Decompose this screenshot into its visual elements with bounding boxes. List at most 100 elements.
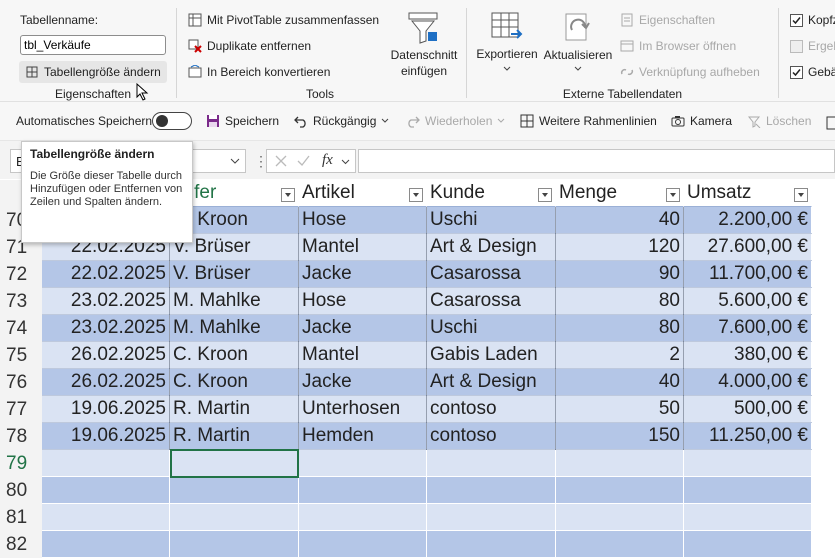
customer-cell[interactable]	[427, 504, 556, 531]
sales-cell[interactable]: 500,00 €	[684, 396, 812, 423]
active-cell-selection[interactable]	[170, 449, 299, 478]
quantity-cell[interactable]: 40	[556, 369, 684, 396]
customer-cell[interactable]: Gabis Laden	[427, 342, 556, 369]
seller-cell[interactable]: C. Kroon	[170, 369, 299, 396]
item-cell[interactable]: Hose	[299, 288, 427, 315]
customer-cell[interactable]: Art & Design	[427, 369, 556, 396]
customer-cell[interactable]: Uschi	[427, 315, 556, 342]
quantity-cell[interactable]: 120	[556, 234, 684, 261]
row-number[interactable]: 78	[0, 423, 42, 450]
quantity-cell[interactable]: 50	[556, 396, 684, 423]
sales-cell[interactable]	[684, 477, 812, 504]
date-cell[interactable]: 19.06.2025	[42, 423, 170, 450]
item-cell[interactable]: Jacke	[299, 315, 427, 342]
date-cell[interactable]: 26.02.2025	[42, 342, 170, 369]
customer-cell[interactable]	[427, 477, 556, 504]
quantity-cell[interactable]: 150	[556, 423, 684, 450]
sales-cell[interactable]: 380,00 €	[684, 342, 812, 369]
column-header-quantity[interactable]: Menge	[556, 180, 684, 207]
remove-duplicates-button[interactable]: Duplikate entfernen	[188, 39, 311, 53]
item-cell[interactable]: Hemden	[299, 423, 427, 450]
date-cell[interactable]	[42, 477, 170, 504]
cancel-icon[interactable]	[275, 155, 287, 167]
customer-cell[interactable]: Art & Design	[427, 234, 556, 261]
sales-cell[interactable]: 11.250,00 €	[684, 423, 812, 450]
date-cell[interactable]: 26.02.2025	[42, 369, 170, 396]
customer-cell[interactable]: Casarossa	[427, 288, 556, 315]
row-number[interactable]: 79	[0, 450, 42, 477]
row-number[interactable]: 72	[0, 261, 42, 288]
date-cell[interactable]	[42, 504, 170, 531]
sales-cell[interactable]: 5.600,00 €	[684, 288, 812, 315]
quantity-cell[interactable]	[556, 477, 684, 504]
filter-dropdown-icon[interactable]	[666, 188, 680, 202]
filter-dropdown-icon[interactable]	[538, 188, 552, 202]
column-header-customer[interactable]: Kunde	[427, 180, 556, 207]
convert-to-range-button[interactable]: In Bereich konvertieren	[188, 65, 330, 79]
item-cell[interactable]: Mantel	[299, 234, 427, 261]
seller-cell[interactable]	[170, 477, 299, 504]
confirm-icon[interactable]	[297, 155, 310, 167]
date-cell[interactable]: 22.02.2025	[42, 261, 170, 288]
pivot-summary-button[interactable]: Mit PivotTable zusammenfassen	[188, 13, 379, 27]
seller-cell[interactable]	[170, 504, 299, 531]
seller-cell[interactable]: M. Mahlke	[170, 315, 299, 342]
header-row-checkbox[interactable]: Kopfz	[790, 13, 835, 27]
filter-dropdown-icon[interactable]	[409, 188, 423, 202]
sales-cell[interactable]	[684, 450, 812, 477]
customer-cell[interactable]: Casarossa	[427, 261, 556, 288]
date-cell[interactable]: 23.02.2025	[42, 288, 170, 315]
row-number[interactable]: 75	[0, 342, 42, 369]
quantity-cell[interactable]: 40	[556, 207, 684, 234]
item-cell[interactable]: Mantel	[299, 342, 427, 369]
row-number[interactable]: 81	[0, 504, 42, 531]
clear-button[interactable]: Löschen	[747, 114, 811, 128]
save-button[interactable]: Speichern	[206, 114, 279, 128]
customer-cell[interactable]	[427, 450, 556, 477]
seller-cell[interactable]: M. Mahlke	[170, 288, 299, 315]
sales-cell[interactable]: 27.600,00 €	[684, 234, 812, 261]
refresh-button[interactable]: Aktualisieren	[543, 10, 613, 82]
row-number[interactable]: 76	[0, 369, 42, 396]
item-cell[interactable]: Jacke	[299, 369, 427, 396]
quantity-cell[interactable]: 80	[556, 315, 684, 342]
redo-button[interactable]: Wiederholen	[406, 114, 505, 128]
customer-cell[interactable]: Uschi	[427, 207, 556, 234]
date-cell[interactable]: 19.06.2025	[42, 396, 170, 423]
camera-button[interactable]: Kamera	[671, 114, 732, 128]
formula-input[interactable]	[358, 149, 835, 173]
sales-cell[interactable]: 4.000,00 €	[684, 369, 812, 396]
row-number[interactable]: 77	[0, 396, 42, 423]
customer-cell[interactable]: contoso	[427, 423, 556, 450]
quantity-cell[interactable]: 2	[556, 342, 684, 369]
unlink-button[interactable]: Verknüpfung aufheben	[620, 65, 760, 79]
column-header-sales[interactable]: Umsatz	[684, 180, 812, 207]
filter-dropdown-icon[interactable]	[794, 188, 808, 202]
sales-cell[interactable]: 11.700,00 €	[684, 261, 812, 288]
quantity-cell[interactable]	[556, 450, 684, 477]
row-number[interactable]: 80	[0, 477, 42, 504]
insert-function-icon[interactable]: fx	[322, 152, 333, 169]
quantity-cell[interactable]: 80	[556, 288, 684, 315]
row-number[interactable]: 73	[0, 288, 42, 315]
export-button[interactable]: Exportieren	[475, 10, 539, 82]
properties-button[interactable]: Eigenschaften	[620, 13, 715, 27]
sales-cell[interactable]: 2.200,00 €	[684, 207, 812, 234]
item-cell[interactable]	[299, 504, 427, 531]
seller-cell[interactable]: R. Martin	[170, 423, 299, 450]
item-cell[interactable]: Unterhosen	[299, 396, 427, 423]
column-header-item[interactable]: Artikel	[299, 180, 427, 207]
more-borders-button[interactable]: Weitere Rahmenlinien	[520, 114, 657, 128]
sales-cell[interactable]: 7.600,00 €	[684, 315, 812, 342]
table-name-input[interactable]	[20, 35, 166, 55]
seller-cell[interactable]: R. Martin	[170, 396, 299, 423]
quantity-cell[interactable]	[556, 504, 684, 531]
banded-rows-checkbox[interactable]: Gebä	[790, 65, 835, 79]
item-cell[interactable]: Jacke	[299, 261, 427, 288]
item-cell[interactable]: Hose	[299, 207, 427, 234]
item-cell[interactable]	[299, 450, 427, 477]
date-cell[interactable]: 23.02.2025	[42, 315, 170, 342]
row-number[interactable]: 74	[0, 315, 42, 342]
sales-cell[interactable]	[684, 504, 812, 531]
resize-table-button[interactable]: Tabellengröße ändern	[19, 61, 167, 83]
